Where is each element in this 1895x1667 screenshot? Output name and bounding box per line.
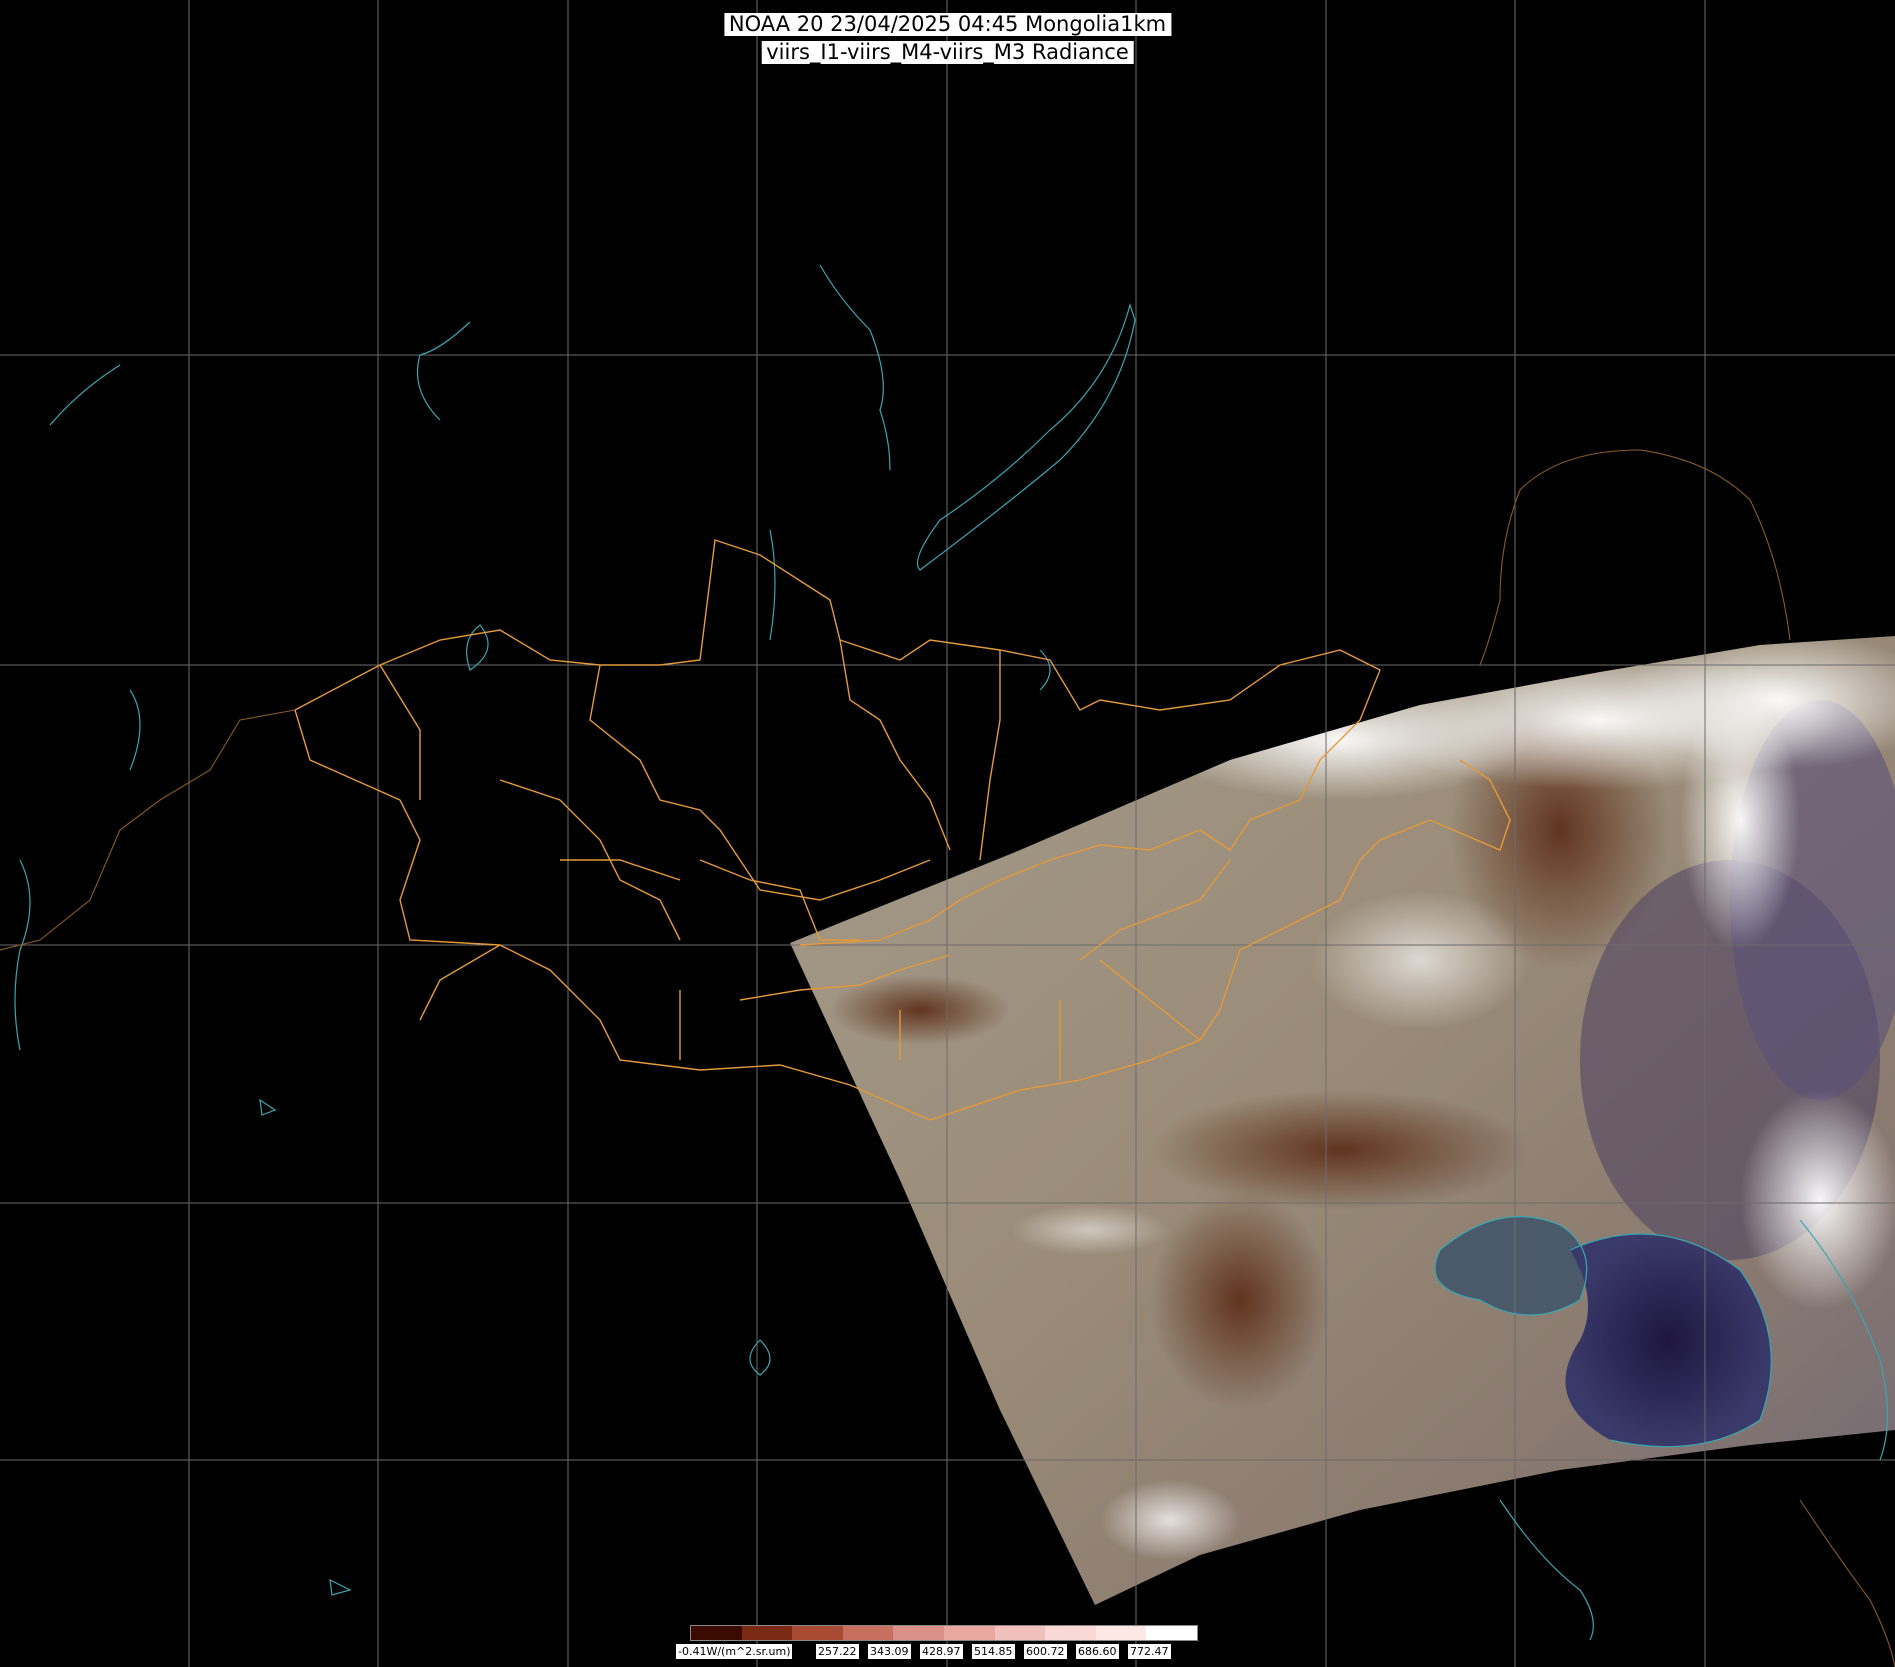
legend-tick: 772.47 [1128,1644,1171,1659]
legend-swatch [1045,1626,1096,1640]
legend-tick: 343.09 [868,1644,911,1659]
legend-tick: 600.72 [1024,1644,1067,1659]
legend-swatch [1146,1626,1197,1640]
legend-tick: 514.85 [972,1644,1015,1659]
satellite-map [0,0,1895,1667]
legend-swatch [893,1626,944,1640]
legend-swatch [994,1626,1046,1640]
legend-labels: -0.41W/(m^2.sr.um) 257.22 343.09 428.97 … [676,1644,1204,1660]
map-subtitle: viirs_I1-viirs_M4-viirs_M3 Radiance [761,41,1134,64]
legend-swatch [1095,1626,1147,1640]
legend-swatch [842,1626,894,1640]
map-title: NOAA 20 23/04/2025 04:45 Mongolia1km [723,13,1172,36]
legend-swatch [741,1626,793,1640]
legend-unit-label: -0.41W/(m^2.sr.um) [676,1644,793,1659]
legend-swatch [792,1626,843,1640]
legend-swatch [943,1626,995,1640]
legend-tick: 428.97 [920,1644,963,1659]
legend-tick: 257.22 [816,1644,859,1659]
legend-swatch [691,1626,742,1640]
legend-tick: 686.60 [1076,1644,1119,1659]
satellite-swath [790,636,1895,1605]
color-legend: -0.41W/(m^2.sr.um) 257.22 343.09 428.97 … [676,1625,1204,1663]
legend-color-bar [690,1625,1198,1641]
